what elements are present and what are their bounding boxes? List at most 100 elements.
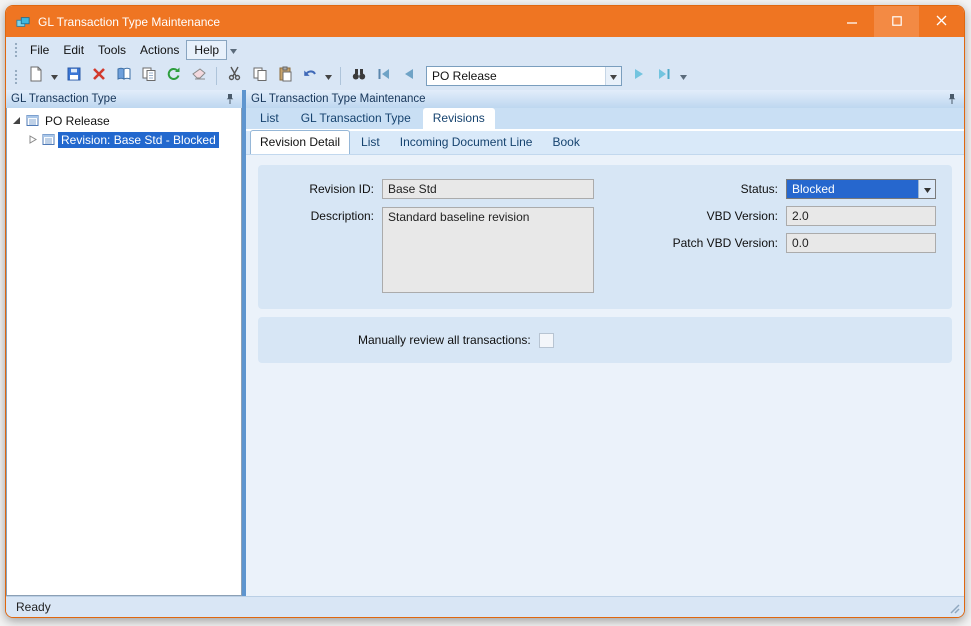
subtab-revision-detail[interactable]: Revision Detail	[250, 130, 350, 154]
chevron-down-icon	[610, 67, 617, 85]
pin-icon[interactable]	[223, 92, 237, 106]
menubar-grip[interactable]	[14, 42, 18, 57]
transaction-type-tree: PO Release Revision: Base Std - Blocked	[6, 108, 242, 596]
manual-review-group: Manually review all transactions:	[258, 317, 952, 363]
book-button[interactable]	[111, 65, 136, 87]
main-area: GL Transaction Type PO Release	[6, 90, 964, 596]
subtab-incoming-document-line[interactable]: Incoming Document Line	[391, 131, 542, 154]
last-record-button[interactable]	[652, 65, 677, 87]
window-controls	[829, 6, 964, 37]
detail-panel: GL Transaction Type Maintenance List GL …	[246, 90, 964, 596]
maximize-button[interactable]	[874, 6, 919, 37]
menu-edit[interactable]: Edit	[56, 40, 91, 60]
menu-file[interactable]: File	[23, 40, 56, 60]
patch-vbd-version-label: Patch VBD Version:	[673, 236, 778, 250]
minimize-button[interactable]	[829, 6, 874, 37]
app-icon	[16, 15, 30, 29]
maximize-icon	[892, 13, 902, 31]
tab-list[interactable]: List	[250, 108, 289, 129]
chevron-down-icon	[51, 67, 58, 85]
toolbar-overflow-button[interactable]	[677, 67, 689, 85]
collapsed-triangle-icon[interactable]	[27, 134, 38, 145]
menu-tools[interactable]: Tools	[91, 40, 133, 60]
chevron-down-icon	[325, 67, 332, 85]
statusbar: Ready	[6, 596, 964, 617]
record-selector-value: PO Release	[427, 67, 605, 85]
patch-vbd-version-field[interactable]: 0.0	[786, 233, 936, 253]
menubar-overflow-button[interactable]	[227, 41, 239, 59]
delete-button[interactable]	[86, 65, 111, 87]
tree-panel-header: GL Transaction Type	[6, 90, 242, 108]
tree-node-label[interactable]: PO Release	[42, 113, 113, 129]
resize-grip-icon[interactable]	[946, 600, 960, 614]
revision-group: Revision ID: Base Std Description: Stand…	[258, 165, 952, 309]
sub-tab-strip: Revision Detail List Incoming Document L…	[246, 131, 964, 155]
eraser-icon	[191, 66, 207, 87]
refresh-button[interactable]	[161, 65, 186, 87]
tree-node-po-release[interactable]: PO Release	[7, 111, 241, 130]
next-record-icon	[633, 67, 646, 86]
status-text: Ready	[16, 600, 946, 614]
toolbar-grip[interactable]	[14, 69, 18, 84]
next-record-button[interactable]	[627, 65, 652, 87]
description-label: Description:	[274, 209, 374, 223]
vbd-version-field[interactable]: 2.0	[786, 206, 936, 226]
description-field[interactable]: Standard baseline revision	[382, 207, 594, 293]
chevron-down-icon	[680, 67, 687, 85]
menubar: File Edit Tools Actions Help	[6, 37, 964, 62]
manual-review-label: Manually review all transactions:	[358, 333, 531, 347]
tree-panel: GL Transaction Type PO Release	[6, 90, 242, 596]
subtab-list[interactable]: List	[352, 131, 389, 154]
close-button[interactable]	[919, 6, 964, 37]
revision-detail-form: Revision ID: Base Std Description: Stand…	[246, 155, 964, 596]
menu-actions[interactable]: Actions	[133, 40, 186, 60]
pin-icon[interactable]	[945, 92, 959, 106]
revision-id-label: Revision ID:	[274, 182, 374, 196]
undo-dropdown-button[interactable]	[322, 65, 335, 87]
status-combo[interactable]: Blocked	[786, 179, 936, 199]
tree-node-revision[interactable]: Revision: Base Std - Blocked	[7, 130, 241, 149]
manual-review-checkbox[interactable]	[539, 333, 554, 348]
record-selector-dropdown-button[interactable]	[605, 67, 621, 85]
undo-button[interactable]	[297, 65, 322, 87]
tab-revisions[interactable]: Revisions	[423, 108, 495, 129]
save-icon	[66, 66, 82, 87]
save-button[interactable]	[61, 65, 86, 87]
status-combo-dropdown-button[interactable]	[918, 180, 935, 198]
copy-button[interactable]	[247, 65, 272, 87]
expanded-triangle-icon[interactable]	[11, 115, 22, 126]
revision-group-right-column: Status: Blocked VBD Version: 2.0	[673, 179, 936, 260]
tree-node-label-selected[interactable]: Revision: Base Std - Blocked	[58, 132, 219, 148]
scissors-icon	[227, 66, 242, 86]
record-sheet-icon	[25, 114, 39, 128]
new-document-icon	[28, 66, 44, 87]
detail-panel-title: GL Transaction Type Maintenance	[251, 93, 945, 105]
first-record-icon	[376, 67, 391, 86]
subtab-book[interactable]: Book	[543, 131, 588, 154]
copy-icon	[252, 66, 268, 87]
minimize-icon	[847, 13, 857, 31]
previous-record-icon	[402, 67, 415, 86]
status-label: Status:	[741, 182, 778, 196]
tab-gl-transaction-type[interactable]: GL Transaction Type	[291, 108, 421, 129]
main-tab-strip: List GL Transaction Type Revisions	[246, 108, 964, 131]
paste-button[interactable]	[272, 65, 297, 87]
revision-id-field[interactable]: Base Std	[382, 179, 594, 199]
first-record-button[interactable]	[371, 65, 396, 87]
window-title: GL Transaction Type Maintenance	[38, 15, 829, 29]
menu-help[interactable]: Help	[186, 40, 227, 60]
pages-icon	[141, 66, 157, 87]
duplicate-button[interactable]	[136, 65, 161, 87]
last-record-icon	[657, 67, 672, 86]
app-window: GL Transaction Type Maintenance File Edi…	[5, 5, 965, 618]
clear-button[interactable]	[186, 65, 211, 87]
new-dropdown-button[interactable]	[48, 65, 61, 87]
search-button[interactable]	[346, 65, 371, 87]
tree-panel-title: GL Transaction Type	[11, 93, 223, 105]
new-button[interactable]	[23, 65, 48, 87]
cut-button[interactable]	[222, 65, 247, 87]
close-icon	[936, 13, 947, 31]
toolbar-separator	[340, 67, 341, 85]
record-selector-combo[interactable]: PO Release	[426, 66, 622, 86]
previous-record-button[interactable]	[396, 65, 421, 87]
